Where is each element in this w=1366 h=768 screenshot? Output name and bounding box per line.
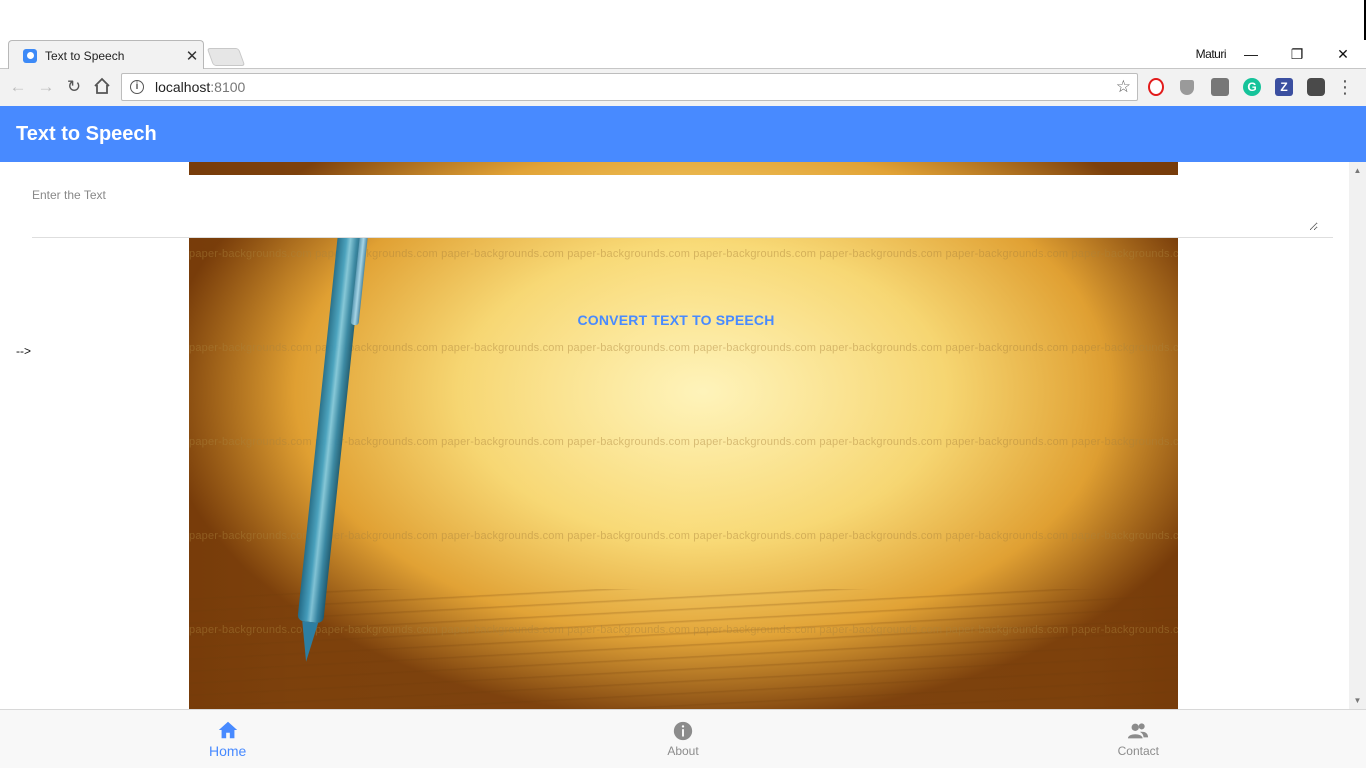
window-close-button[interactable]: ✕ bbox=[1320, 42, 1366, 66]
scrollbar[interactable]: ▲ ▼ bbox=[1349, 162, 1366, 709]
tab-about-label: About bbox=[667, 744, 699, 758]
scroll-up-icon[interactable]: ▲ bbox=[1349, 162, 1366, 179]
new-tab-button[interactable] bbox=[206, 48, 246, 66]
browser-menu-icon[interactable]: ⋮ bbox=[1336, 77, 1354, 97]
puzzle-extension-icon[interactable] bbox=[1307, 78, 1325, 96]
info-icon bbox=[673, 721, 693, 741]
tab-home-label: Home bbox=[208, 743, 247, 759]
minimize-button[interactable]: — bbox=[1228, 42, 1274, 66]
browser-toolbar: ← → ↻ i localhost:8100 ☆ G Z ⋮ bbox=[0, 69, 1366, 106]
contacts-icon bbox=[1128, 723, 1149, 739]
site-info-icon[interactable]: i bbox=[130, 80, 144, 94]
window-top bbox=[0, 0, 1366, 40]
bottom-tabbar: Home About Contact bbox=[0, 709, 1366, 768]
opera-extension-icon[interactable] bbox=[1148, 78, 1164, 96]
stray-text: --> bbox=[16, 344, 31, 358]
watermark-text: paper-backgrounds.com paper-backgrounds.… bbox=[189, 624, 1178, 636]
tab-contact-label: Contact bbox=[1117, 744, 1159, 758]
tab-favicon-icon bbox=[23, 48, 37, 63]
tab-about[interactable]: About bbox=[455, 710, 910, 768]
restore-button[interactable]: ❐ bbox=[1274, 42, 1320, 66]
input-underline bbox=[32, 237, 1333, 238]
page-title: Text to Speech bbox=[16, 123, 157, 145]
text-input[interactable] bbox=[32, 205, 1318, 231]
forward-arrow-icon[interactable]: → bbox=[36, 77, 56, 97]
content-area: paper-backgrounds.com paper-backgrounds.… bbox=[0, 162, 1366, 709]
bookmark-star-icon[interactable]: ☆ bbox=[1116, 77, 1131, 97]
url-port: :8100 bbox=[210, 79, 246, 95]
browser-tabstrip: Text to Speech ✕ bbox=[0, 40, 1366, 70]
shield-extension-icon[interactable] bbox=[1180, 80, 1194, 95]
tab-contact[interactable]: Contact bbox=[911, 710, 1366, 768]
browser-tab[interactable]: Text to Speech ✕ bbox=[8, 40, 204, 70]
z-extension-icon[interactable]: Z bbox=[1275, 78, 1293, 96]
reload-icon[interactable]: ↻ bbox=[64, 77, 84, 97]
home-icon bbox=[218, 721, 237, 739]
convert-text-to-speech-button[interactable]: CONVERT TEXT TO SPEECH bbox=[560, 307, 792, 333]
browser-tab-title: Text to Speech bbox=[45, 48, 125, 63]
text-input-item: Enter the Text bbox=[0, 175, 1350, 238]
scroll-down-icon[interactable]: ▼ bbox=[1349, 692, 1366, 709]
text-input-label: Enter the Text bbox=[32, 188, 106, 202]
home-browser-icon[interactable] bbox=[92, 77, 112, 97]
app-header: Text to Speech bbox=[0, 106, 1366, 162]
address-bar[interactable]: i localhost:8100 ☆ bbox=[121, 73, 1138, 101]
wood-texture bbox=[189, 589, 1178, 709]
back-arrow-icon[interactable]: ← bbox=[8, 77, 28, 97]
tab-home[interactable]: Home bbox=[0, 710, 455, 768]
url-host: localhost bbox=[155, 79, 211, 95]
tab-close-icon[interactable]: ✕ bbox=[181, 47, 203, 65]
pocket-extension-icon[interactable] bbox=[1211, 78, 1229, 96]
grammarly-extension-icon[interactable]: G bbox=[1243, 78, 1261, 96]
profile-name[interactable]: Maturi bbox=[1196, 47, 1227, 61]
